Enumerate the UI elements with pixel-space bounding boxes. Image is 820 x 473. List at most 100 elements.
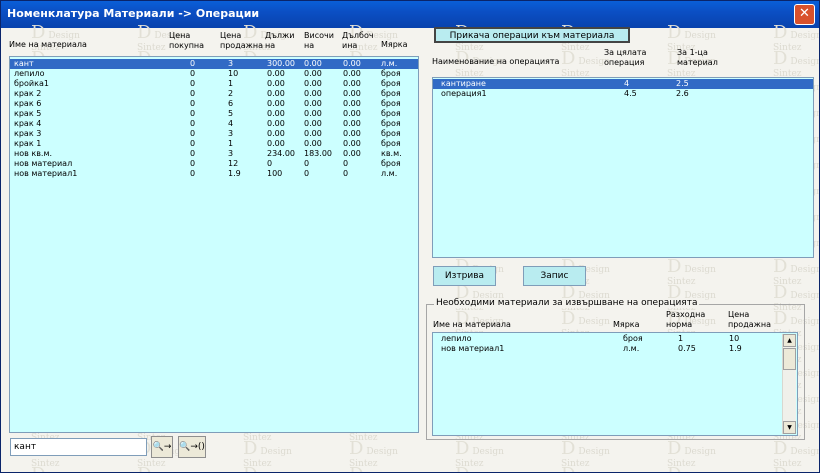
required-material-cell: 1.9 xyxy=(729,344,742,353)
material-cell: броя xyxy=(381,109,401,118)
material-cell: 0 xyxy=(190,79,196,88)
form-body: D Design Sintez D Design Sintez D Design Sint… xyxy=(1,22,819,472)
required-material-cell: лепило xyxy=(441,334,472,343)
material-cell: 0.00 xyxy=(343,109,361,118)
watermark-tile: D DesignSintez xyxy=(349,464,398,472)
required-material-row[interactable]: лепило броя 1 10 xyxy=(433,334,781,344)
op-header-name: Наименование на операцията xyxy=(432,57,560,66)
material-cell: 0.00 xyxy=(267,129,285,138)
scroll-down-icon[interactable]: ▼ xyxy=(783,421,796,434)
col-header-sell-price: Цена продажна xyxy=(220,31,263,50)
material-cell: 10 xyxy=(228,69,239,78)
material-cell: бройка1 xyxy=(14,79,49,88)
req-header-price: Цена продажна xyxy=(728,310,771,329)
material-cell: броя xyxy=(381,79,401,88)
material-cell: 0.00 xyxy=(304,129,322,138)
material-cell: 0 xyxy=(343,159,349,168)
window-title: Номенклатура Материали -> Операции xyxy=(7,7,260,20)
required-material-cell: 1 xyxy=(678,334,684,343)
required-materials-list[interactable]: ▲ ▼ лепило броя 1 10 нов материал1 л.м. 0.75 1.… xyxy=(432,332,798,436)
operation-row[interactable]: кантиране 4 2.5 xyxy=(433,79,813,89)
operation-cell: кантиране xyxy=(441,79,486,88)
material-cell: крак 2 xyxy=(14,89,42,98)
find-button[interactable]: 🔍→ xyxy=(151,436,173,458)
attach-operations-button[interactable]: Прикача операции към материала xyxy=(434,27,630,43)
material-cell: 2 xyxy=(228,89,234,98)
operation-cell: 4 xyxy=(624,79,630,88)
material-cell: 0.00 xyxy=(343,129,361,138)
material-cell: 0 xyxy=(304,159,310,168)
material-cell: 0.00 xyxy=(343,149,361,158)
material-cell: 3 xyxy=(228,59,234,68)
req-header-unit: Мярка xyxy=(613,320,640,329)
operation-cell: операция1 xyxy=(441,89,487,98)
material-cell: броя xyxy=(381,159,401,168)
watermark-tile: D DesignSintez xyxy=(773,464,819,472)
material-cell: броя xyxy=(381,89,401,98)
material-cell: крак 6 xyxy=(14,99,42,108)
operations-list[interactable]: кантиране 4 2.5 операция1 4.5 2.6 xyxy=(432,77,814,258)
operation-cell: 2.6 xyxy=(676,89,689,98)
required-material-row[interactable]: нов материал1 л.м. 0.75 1.9 xyxy=(433,344,781,354)
material-cell: 1.9 xyxy=(228,169,241,178)
material-cell: 0.00 xyxy=(304,59,322,68)
watermark-tile: D DesignSintez xyxy=(455,464,504,472)
materials-list[interactable]: кант 0 3 300.00 0.00 0.00 л.м. лепило 0 10 0.00 0.0… xyxy=(9,56,419,433)
material-cell: 0 xyxy=(304,169,310,178)
material-cell: 0 xyxy=(190,109,196,118)
operation-row[interactable]: операция1 4.5 2.6 xyxy=(433,89,813,99)
find-next-button[interactable]: 🔍→() xyxy=(178,436,206,458)
material-cell: броя xyxy=(381,119,401,128)
material-cell: нов материал xyxy=(14,159,73,168)
scroll-up-icon[interactable]: ▲ xyxy=(783,334,796,347)
watermark-tile: D DesignSintez xyxy=(561,464,610,472)
material-cell: 0.00 xyxy=(343,99,361,108)
material-row[interactable]: нов кв.м. 0 3 234.00 183.00 0.00 кв.м. xyxy=(10,149,418,159)
material-cell: 0.00 xyxy=(304,139,322,148)
save-button[interactable]: Запис xyxy=(523,266,586,286)
material-row[interactable]: нов материал 0 12 0 0 0 броя xyxy=(10,159,418,169)
material-row[interactable]: кант 0 3 300.00 0.00 0.00 л.м. xyxy=(10,59,418,69)
material-cell: нов материал1 xyxy=(14,169,78,178)
material-row[interactable]: крак 5 0 5 0.00 0.00 0.00 броя xyxy=(10,109,418,119)
material-cell: 0.00 xyxy=(304,89,322,98)
material-cell: 4 xyxy=(228,119,234,128)
material-row[interactable]: крак 6 0 6 0.00 0.00 0.00 броя xyxy=(10,99,418,109)
material-row[interactable]: нов материал1 0 1.9 100 0 0 л.м. xyxy=(10,169,418,179)
required-materials-label: Необходими материали за извършване на оп… xyxy=(434,298,700,308)
material-cell: 0.00 xyxy=(267,139,285,148)
search-input[interactable]: кант xyxy=(10,438,147,456)
material-row[interactable]: крак 1 0 1 0.00 0.00 0.00 броя xyxy=(10,139,418,149)
req-header-consumption: Разходна норма xyxy=(666,310,706,329)
material-cell: 3 xyxy=(228,129,234,138)
col-header-name: Име на материала xyxy=(9,40,87,49)
material-cell: 0 xyxy=(190,89,196,98)
material-cell: броя xyxy=(381,139,401,148)
material-row[interactable]: крак 3 0 3 0.00 0.00 0.00 броя xyxy=(10,129,418,139)
material-cell: 0 xyxy=(267,159,273,168)
material-cell: кант xyxy=(14,59,34,68)
material-cell: л.м. xyxy=(381,169,398,178)
delete-button[interactable]: Изтрива xyxy=(433,266,496,286)
material-row[interactable]: бройка1 0 1 0.00 0.00 0.00 броя xyxy=(10,79,418,89)
material-cell: 0.00 xyxy=(304,99,322,108)
material-cell: 0.00 xyxy=(343,119,361,128)
required-list-scrollbar[interactable]: ▲ ▼ xyxy=(782,334,796,434)
material-cell: 0 xyxy=(190,99,196,108)
material-cell: броя xyxy=(381,129,401,138)
material-cell: 5 xyxy=(228,109,234,118)
material-cell: 0.00 xyxy=(267,99,285,108)
material-cell: 0 xyxy=(190,59,196,68)
material-cell: 12 xyxy=(228,159,239,168)
material-cell: 1 xyxy=(228,139,234,148)
material-cell: 0.00 xyxy=(343,59,361,68)
col-header-unit: Мярка xyxy=(381,40,408,49)
scroll-thumb[interactable] xyxy=(783,348,796,370)
material-cell: 0 xyxy=(190,159,196,168)
operation-cell: 4.5 xyxy=(624,89,637,98)
watermark-tile: D DesignSintez xyxy=(667,464,716,472)
material-row[interactable]: крак 2 0 2 0.00 0.00 0.00 броя xyxy=(10,89,418,99)
material-cell: 0.00 xyxy=(267,119,285,128)
material-row[interactable]: лепило 0 10 0.00 0.00 0.00 броя xyxy=(10,69,418,79)
material-row[interactable]: крак 4 0 4 0.00 0.00 0.00 броя xyxy=(10,119,418,129)
